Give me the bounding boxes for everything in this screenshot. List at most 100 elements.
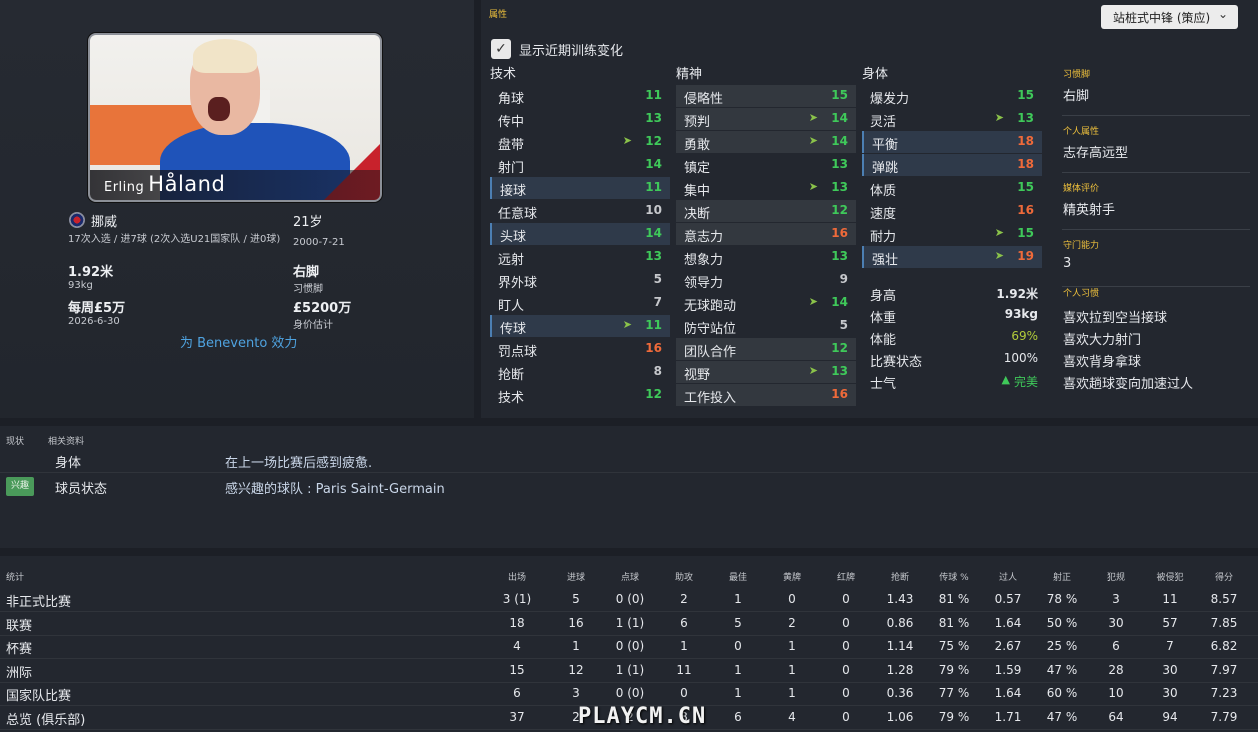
physical-stat-row: 身高 1.92米: [862, 282, 1042, 304]
attribute-row[interactable]: 爆发力 15: [862, 85, 1042, 107]
attribute-row[interactable]: 团队合作 12: [676, 338, 856, 360]
attribute-row[interactable]: 界外球 5: [490, 269, 670, 291]
attribute-label: 强壮: [872, 253, 899, 268]
training-arrow-icon: ➤: [808, 180, 818, 193]
stats-column-header[interactable]: 出场: [487, 570, 547, 583]
attribute-row[interactable]: 侵略性 15: [676, 85, 856, 107]
attribute-row[interactable]: 盘带 ➤ 12: [490, 131, 670, 153]
attribute-row[interactable]: 角球 11: [490, 85, 670, 107]
attribute-row[interactable]: 灵活 ➤ 13: [862, 108, 1042, 130]
attribute-row[interactable]: 远射 13: [490, 246, 670, 268]
attribute-label: 决断: [684, 207, 711, 222]
role-dropdown[interactable]: 站桩式中锋 (策应) ⌄: [1101, 5, 1238, 29]
stats-column-header[interactable]: 抢断: [870, 570, 930, 583]
attribute-row[interactable]: 头球 14: [490, 223, 670, 245]
stats-column-header[interactable]: 犯规: [1086, 570, 1146, 583]
attribute-value: 12: [645, 387, 662, 401]
attribute-row[interactable]: 镇定 13: [676, 154, 856, 176]
stats-cell: 1: [788, 686, 796, 700]
mental-heading: 精神: [676, 67, 703, 82]
stats-column-header[interactable]: 射正: [1032, 570, 1092, 583]
attribute-row[interactable]: 领导力 9: [676, 269, 856, 291]
attribute-row[interactable]: 盯人 7: [490, 292, 670, 314]
stats-column-header[interactable]: 过人: [978, 570, 1038, 583]
stats-column-header[interactable]: 点球: [600, 570, 660, 583]
stats-column-header[interactable]: 进球: [546, 570, 606, 583]
attribute-row[interactable]: 任意球 10: [490, 200, 670, 222]
attribute-label: 抢断: [498, 368, 525, 383]
foot-caption: 习惯脚: [293, 284, 323, 295]
attribute-row[interactable]: 抢断 8: [490, 361, 670, 383]
physical-stat-label: 体重: [870, 311, 897, 326]
attribute-row[interactable]: 决断 12: [676, 200, 856, 222]
attribute-row[interactable]: 平衡 18: [862, 131, 1042, 153]
stats-cell: 7.23: [1210, 686, 1238, 700]
attribute-row[interactable]: 传中 13: [490, 108, 670, 130]
attribute-row[interactable]: 想象力 13: [676, 246, 856, 268]
value-caption: 身价估计: [293, 320, 333, 331]
show-training-label: 显示近期训练变化: [519, 44, 624, 59]
stats-row-label: 联赛: [6, 618, 33, 634]
attribute-row[interactable]: 体质 15: [862, 177, 1042, 199]
physical-stat-value: 1.92米: [996, 287, 1038, 301]
stats-cell: 6.82: [1210, 639, 1238, 653]
attribute-row[interactable]: 意志力 16: [676, 223, 856, 245]
stats-cell: 79 %: [938, 662, 970, 677]
attribute-label: 集中: [684, 184, 711, 199]
stats-cell: 7.85: [1210, 615, 1238, 630]
dob-label: 2000-7-21: [293, 237, 345, 248]
physical-stat-value: 93kg: [1004, 307, 1038, 321]
attribute-row[interactable]: 强壮 ➤ 19: [862, 246, 1042, 268]
attribute-row[interactable]: 无球跑动 ➤ 14: [676, 292, 856, 314]
show-training-checkbox[interactable]: ✓: [491, 39, 511, 59]
attribute-row[interactable]: 罚点球 16: [490, 338, 670, 360]
attribute-label: 射门: [498, 161, 525, 176]
side-section-value: 精英射手: [1063, 203, 1116, 218]
attribute-label: 角球: [498, 92, 525, 107]
stats-cell: 1 (1): [615, 615, 645, 630]
stats-cell: 10: [1108, 686, 1124, 700]
attribute-label: 领导力: [684, 276, 724, 291]
tab-related-info[interactable]: 相关资料: [48, 434, 84, 447]
stats-column-header[interactable]: 得分: [1194, 570, 1254, 583]
attribute-value: 13: [831, 157, 848, 171]
status-row-text[interactable]: 感兴趣的球队 : Paris Saint-Germain: [225, 478, 445, 497]
watermark: PLAYCM.CN: [578, 704, 707, 729]
attribute-row[interactable]: 传球 ➤ 11: [490, 315, 670, 337]
stats-cell: 2.67: [994, 639, 1022, 653]
morale-up-icon: ▲: [1001, 373, 1010, 386]
attribute-row[interactable]: 射门 14: [490, 154, 670, 176]
attribute-row[interactable]: 接球 11: [490, 177, 670, 199]
nation-label: 挪威: [91, 215, 118, 230]
stats-cell: 11: [676, 662, 692, 677]
habits-title: 个人习惯: [1063, 289, 1100, 299]
attribute-row[interactable]: 耐力 ➤ 15: [862, 223, 1042, 245]
attribute-row[interactable]: 集中 ➤ 13: [676, 177, 856, 199]
attribute-value: 18: [1017, 134, 1034, 148]
attribute-row[interactable]: 视野 ➤ 13: [676, 361, 856, 383]
stats-cell: 6: [1112, 639, 1120, 653]
attribute-value: 19: [1017, 249, 1034, 263]
attribute-row[interactable]: 技术 12: [490, 384, 670, 406]
attribute-row[interactable]: 工作投入 16: [676, 384, 856, 406]
attribute-value: 15: [1017, 88, 1034, 102]
attribute-row[interactable]: 勇敢 ➤ 14: [676, 131, 856, 153]
stats-column-header[interactable]: 助攻: [654, 570, 714, 583]
stats-column-header[interactable]: 红牌: [816, 570, 876, 583]
stats-column-header[interactable]: 传球 %: [924, 570, 984, 583]
attribute-value: 15: [1017, 180, 1034, 194]
stats-cell: 2: [680, 592, 688, 606]
attribute-row[interactable]: 弹跳 18: [862, 154, 1042, 176]
stats-cell: 1.43: [886, 592, 914, 606]
club-link[interactable]: 为 Benevento 效力: [180, 332, 297, 351]
attribute-row[interactable]: 防守站位 5: [676, 315, 856, 337]
stats-cell: 4: [788, 709, 796, 724]
stats-column-header[interactable]: 被侵犯: [1140, 570, 1200, 583]
stats-column-header[interactable]: 最佳: [708, 570, 768, 583]
attribute-row[interactable]: 预判 ➤ 14: [676, 108, 856, 130]
stats-cell: 1.64: [994, 615, 1022, 630]
attribute-row[interactable]: 速度 16: [862, 200, 1042, 222]
attribute-value: 13: [645, 111, 662, 125]
stats-column-header[interactable]: 黄牌: [762, 570, 822, 583]
tab-status[interactable]: 现状: [6, 434, 24, 447]
